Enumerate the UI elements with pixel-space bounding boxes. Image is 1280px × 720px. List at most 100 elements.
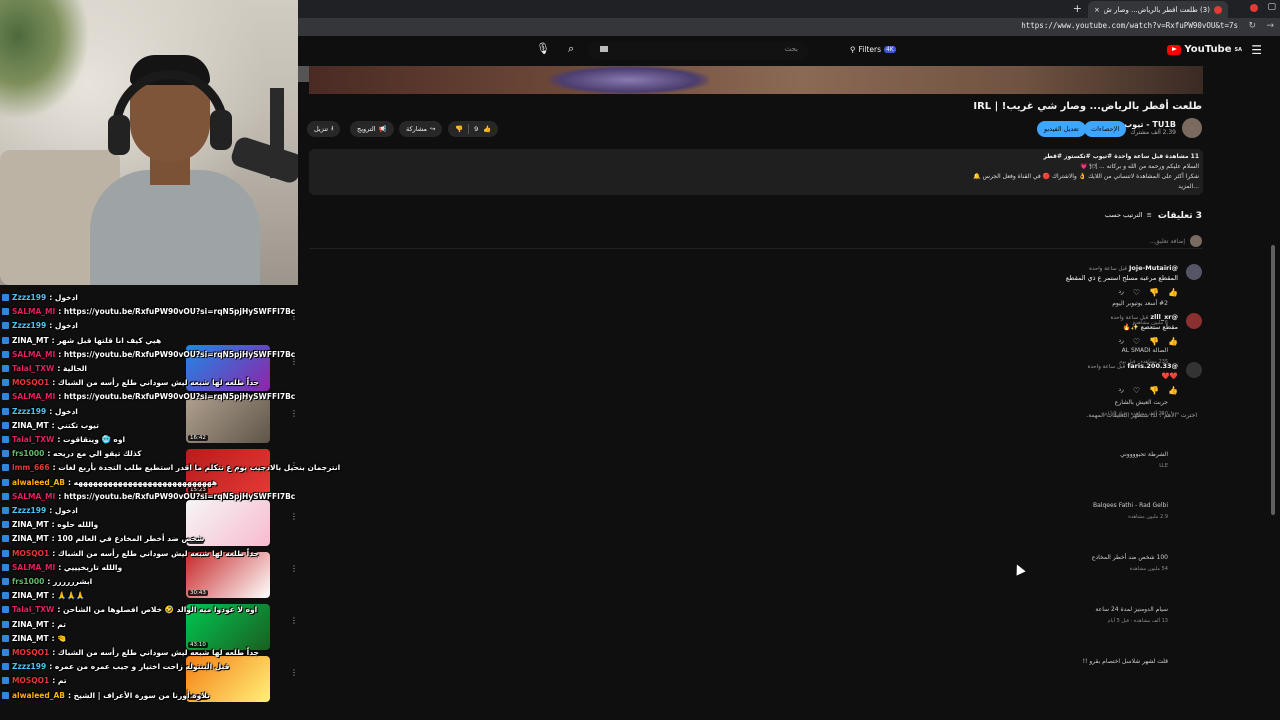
description-line: السلام عليكم ورحمة من الله و بركاته ... …: [1080, 163, 1199, 170]
channel-name[interactable]: TU1B - تيوب: [1124, 120, 1176, 129]
like-icon[interactable]: 👍: [1168, 337, 1178, 346]
chat-badge-icon: [2, 350, 9, 358]
more-options-icon[interactable]: ⋮: [290, 564, 298, 573]
suggested-video-thumbnail[interactable]: 30:43: [186, 552, 270, 598]
suggested-video-thumbnail[interactable]: 16:42: [186, 397, 270, 443]
filters-button[interactable]: ⚲ Filters 4K: [850, 45, 896, 54]
description-more[interactable]: ...المزيد: [313, 182, 1199, 192]
dislike-icon[interactable]: 👎: [455, 125, 463, 133]
suggested-video-title[interactable]: سيام الدومنيز لمدة 24 ساعة: [1095, 606, 1168, 613]
heart-icon[interactable]: ♡: [1133, 288, 1140, 297]
more-options-icon[interactable]: ⋮: [290, 616, 298, 625]
chat-text: : تم: [52, 676, 67, 686]
chat-message: MOSQO1 : جداً طلعه لها شبعه ليش سوداني ط…: [2, 648, 259, 657]
add-comment[interactable]: إضافة تعليق...: [1149, 235, 1202, 247]
like-dislike-buttons[interactable]: 👎 9 👍: [448, 121, 499, 137]
dislike-icon[interactable]: 👎: [1149, 386, 1159, 395]
download-label: تنزيل: [314, 125, 329, 133]
youtube-logo[interactable]: YouTube SA: [1167, 44, 1242, 55]
chat-username: Zzzz199: [12, 293, 47, 302]
chat-username: frs1000: [12, 449, 45, 459]
chat-username: alwaleed_AB: [12, 477, 66, 487]
description-line: شكرا أكثر على المشاهدة لاتنساني من اللاي…: [973, 173, 1199, 180]
heart-icon[interactable]: ♡: [1133, 386, 1140, 395]
dislike-icon[interactable]: 👎: [1149, 337, 1159, 346]
more-options-icon[interactable]: ⋮: [290, 512, 298, 521]
video-description[interactable]: 11 مشاهدة قبل ساعة واحدة #تيوب #تكستوز #…: [309, 149, 1203, 195]
comment-time[interactable]: قبل ساعة واحدة: [1089, 266, 1127, 272]
chat-username: MOSQO1: [12, 378, 50, 388]
page-scrollbar[interactable]: [1271, 245, 1275, 515]
chat-badge-icon: [2, 606, 9, 614]
suggested-video-meta: 13 ألف مشاهدة · قبل 5 أيام: [1107, 618, 1168, 624]
suggested-video-meta: 54 مليون مشاهدة: [1129, 566, 1168, 572]
chat-badge-icon: [2, 421, 9, 429]
search-icon[interactable]: ⌕: [568, 42, 574, 56]
channel-avatar[interactable]: [1182, 118, 1202, 138]
chat-message: SALMA_MI : واللله تاريخيييي: [2, 563, 122, 572]
chat-username: alwaleed_AB: [12, 690, 66, 700]
chat-username: Zzzz199: [12, 506, 47, 515]
profile-icon[interactable]: [1250, 4, 1258, 12]
like-icon[interactable]: 👍: [1168, 386, 1178, 395]
chat-username: SALMA_MI: [12, 392, 56, 402]
download-button[interactable]: تنزيل ⭳: [307, 121, 341, 137]
chat-badge-icon: [2, 549, 9, 557]
suggested-video-title[interactable]: قلت لشهر شلاسل اختصام بقرو !!: [1083, 658, 1168, 665]
chat-badge-icon: [2, 464, 9, 472]
reply-button[interactable]: رد: [1118, 288, 1124, 297]
chat-badge-icon: [2, 365, 9, 372]
chat-message: frs1000 : ابشرررررر: [2, 577, 92, 586]
chat-text: : ادخول: [49, 506, 78, 515]
tab-close-icon[interactable]: ×: [1094, 6, 1100, 14]
chat-message: alwaleed_AB : هههههههههههههههههههههههههه…: [2, 478, 217, 487]
chat-message: SALMA_MI : https://youtu.be/RxfuPW90vOU?…: [2, 350, 295, 359]
suggested-video-title[interactable]: الصالة AL SMADI: [1122, 347, 1168, 354]
reply-button[interactable]: رد: [1118, 337, 1124, 346]
avatar[interactable]: [1186, 313, 1202, 329]
video-player[interactable]: [309, 66, 1203, 94]
window-menu-icon[interactable]: ▢: [1267, 2, 1276, 12]
avatar[interactable]: [1186, 362, 1202, 378]
analytics-button[interactable]: الإحصاءات: [1084, 121, 1127, 137]
avatar[interactable]: [1186, 264, 1202, 280]
suggested-video-title[interactable]: #2 أسعد يوتيوبر اليوم: [1112, 300, 1168, 307]
sort-by-button[interactable]: ≡ الترتيب حسب: [1105, 211, 1152, 219]
suggested-video-title[interactable]: Balqees Fathi - Rad Gelbi: [1093, 502, 1168, 509]
url-text[interactable]: https://www.youtube.com/watch?v=RxfuPW90…: [1021, 21, 1238, 30]
share-button[interactable]: مشاركة ↪: [399, 121, 443, 137]
tab-title: (3) طلعت أفطر بالرياض... وصار ش...: [1103, 5, 1210, 14]
chat-username: ZINA_MT: [12, 633, 49, 643]
browser-tab[interactable]: (3) طلعت أفطر بالرياض... وصار ش... ×: [1088, 1, 1228, 18]
chat-message: SALMA_MI : https://youtu.be/RxfuPW90vOU?…: [2, 492, 295, 501]
more-options-icon[interactable]: ⋮: [290, 409, 298, 418]
chat-text: : https://youtu.be/RxfuPW90vOU?si=rqN5pj…: [58, 491, 296, 501]
chat-text: : كذلك تيقو الي مع دريحه: [47, 449, 142, 459]
edit-video-button[interactable]: تعديل الفيديو: [1037, 121, 1086, 137]
heart-icon[interactable]: ♡: [1133, 337, 1140, 346]
chat-badge-icon: [2, 691, 9, 699]
suggested-video-title[interactable]: الشرطة تحبووووني: [1120, 451, 1168, 458]
search-input[interactable]: بحث: [588, 42, 808, 60]
like-icon[interactable]: 👍: [483, 125, 491, 133]
webcam-feed: [0, 0, 298, 285]
filter-icon: ⚲: [850, 45, 856, 54]
reply-button[interactable]: رد: [1118, 386, 1124, 395]
mic-icon[interactable]: 🎙: [536, 42, 550, 55]
dislike-icon[interactable]: 👎: [1149, 288, 1159, 297]
suggested-video-meta: LLE: [1159, 463, 1168, 469]
comment-author[interactable]: @Joje-Mutairi: [1129, 264, 1178, 272]
reload-icon[interactable]: ↻: [1248, 21, 1256, 31]
like-icon[interactable]: 👍: [1168, 288, 1178, 297]
more-options-icon[interactable]: ⋮: [290, 668, 298, 677]
suggested-video-title[interactable]: 100 شخص ضد أخطر المخادع: [1092, 554, 1168, 561]
add-comment-input[interactable]: إضافة تعليق...: [1149, 238, 1185, 245]
streamer-body: [90, 170, 260, 285]
chat-username: Zzzz199: [12, 321, 47, 331]
promote-button[interactable]: الترويج 📢: [350, 121, 394, 137]
chat-text: : https://youtu.be/RxfuPW90vOU?si=rqN5pj…: [58, 307, 296, 317]
hamburger-menu-icon[interactable]: ☰: [1251, 43, 1262, 57]
back-icon[interactable]: →: [1266, 21, 1274, 31]
suggested-video-title[interactable]: جربت العيش بالشارع: [1115, 399, 1168, 406]
new-tab-button[interactable]: +: [1073, 2, 1082, 15]
